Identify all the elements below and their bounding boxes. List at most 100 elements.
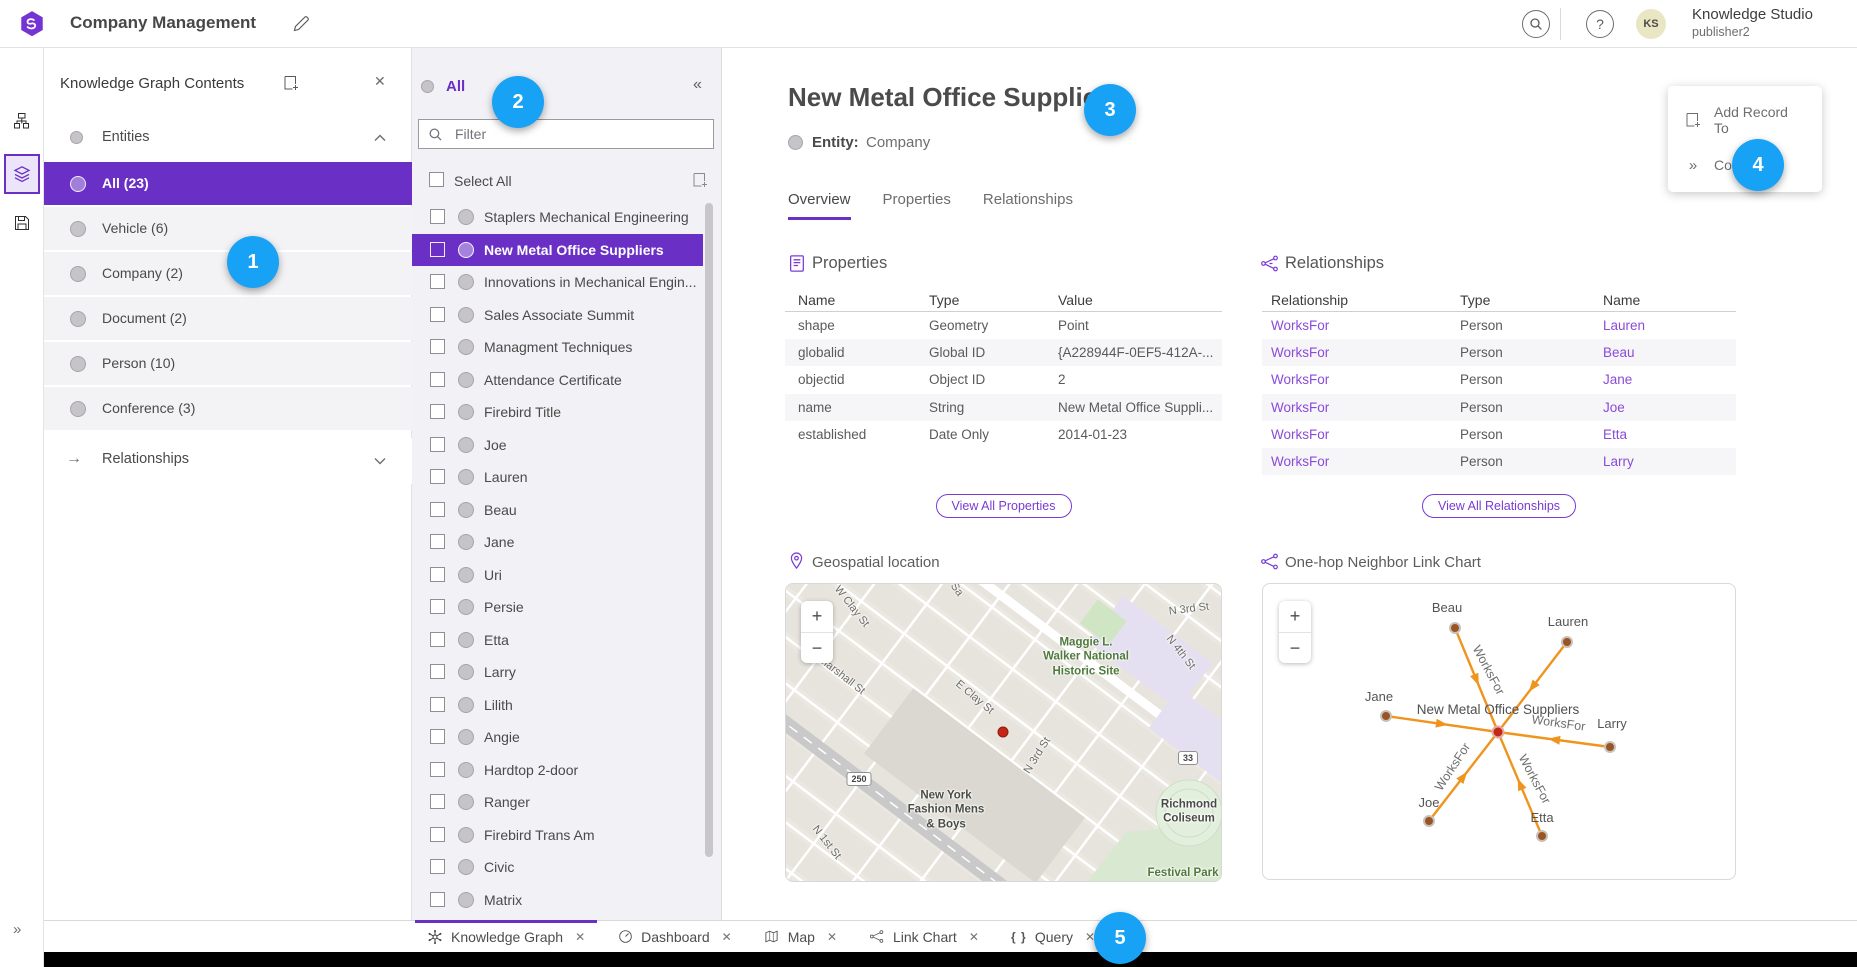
item-checkbox[interactable] bbox=[430, 697, 445, 712]
search-button[interactable] bbox=[1522, 10, 1550, 38]
add-record-icon[interactable] bbox=[691, 171, 709, 189]
close-panel-icon[interactable]: ✕ bbox=[374, 73, 386, 90]
record-tab-relationships[interactable]: Relationships bbox=[983, 191, 1073, 220]
entity-type-row[interactable]: Conference (3) bbox=[44, 387, 412, 430]
schema-icon[interactable] bbox=[13, 112, 31, 130]
table-cell[interactable]: WorksFor bbox=[1262, 372, 1451, 387]
table-row[interactable]: establishedDate Only2014-01-23 bbox=[785, 421, 1222, 448]
entity-list-item[interactable]: Angie bbox=[412, 721, 703, 754]
entity-list-item[interactable]: Attendance Certificate bbox=[412, 364, 703, 397]
view-all-relationships-button[interactable]: View All Relationships bbox=[1422, 494, 1576, 518]
entity-list-item[interactable]: Civic bbox=[412, 851, 703, 884]
edit-title-icon[interactable] bbox=[292, 15, 310, 33]
table-row[interactable]: globalidGlobal ID{A228944F-0EF5-412A-... bbox=[785, 339, 1222, 366]
item-checkbox[interactable] bbox=[430, 469, 445, 484]
table-row[interactable]: WorksForPersonEtta bbox=[1262, 421, 1736, 448]
record-tab-overview[interactable]: Overview bbox=[788, 191, 851, 220]
zoom-out-button[interactable]: − bbox=[1279, 632, 1311, 663]
table-row[interactable]: shapeGeometryPoint bbox=[785, 312, 1222, 339]
table-row[interactable]: objectidObject ID2 bbox=[785, 366, 1222, 393]
table-cell[interactable]: WorksFor bbox=[1262, 345, 1451, 360]
entity-list-item[interactable]: Staplers Mechanical Engineering bbox=[412, 201, 703, 234]
item-checkbox[interactable] bbox=[430, 567, 445, 582]
item-checkbox[interactable] bbox=[430, 242, 445, 257]
bottom-tab-query[interactable]: { }Query✕ bbox=[999, 921, 1107, 952]
table-cell[interactable]: Larry bbox=[1594, 454, 1736, 469]
entity-list-item[interactable]: Sales Associate Summit bbox=[412, 299, 703, 332]
close-tab-icon[interactable]: ✕ bbox=[969, 930, 979, 944]
relationships-group-header[interactable]: → Relationships bbox=[44, 438, 412, 484]
layers-tool-selected[interactable] bbox=[4, 154, 40, 194]
table-row[interactable]: WorksForPersonBeau bbox=[1262, 339, 1736, 366]
menu-item-add-record-to[interactable]: Add Record To bbox=[1668, 94, 1822, 146]
entity-list-item[interactable]: Etta bbox=[412, 624, 703, 657]
entity-type-row[interactable]: Vehicle (6) bbox=[44, 207, 412, 250]
table-cell[interactable]: Joe bbox=[1594, 400, 1736, 415]
item-checkbox[interactable] bbox=[430, 664, 445, 679]
table-row[interactable]: WorksForPersonJane bbox=[1262, 366, 1736, 393]
entity-list-item[interactable]: Matrix bbox=[412, 884, 703, 917]
item-checkbox[interactable] bbox=[430, 729, 445, 744]
chevron-down-icon[interactable] bbox=[374, 457, 386, 465]
bottom-tab-knowledge-graph[interactable]: Knowledge Graph✕ bbox=[415, 921, 597, 952]
item-checkbox[interactable] bbox=[430, 372, 445, 387]
table-row[interactable]: nameStringNew Metal Office Suppli... bbox=[785, 394, 1222, 421]
table-cell[interactable]: Beau bbox=[1594, 345, 1736, 360]
view-all-properties-button[interactable]: View All Properties bbox=[936, 494, 1072, 518]
item-checkbox[interactable] bbox=[430, 502, 445, 517]
entity-list-item[interactable]: Jane bbox=[412, 526, 703, 559]
item-checkbox[interactable] bbox=[430, 404, 445, 419]
bottom-tab-map[interactable]: Map✕ bbox=[752, 921, 849, 952]
select-all-checkbox[interactable] bbox=[429, 172, 444, 187]
filter-input[interactable] bbox=[419, 120, 713, 148]
item-checkbox[interactable] bbox=[430, 534, 445, 549]
item-checkbox[interactable] bbox=[430, 209, 445, 224]
item-checkbox[interactable] bbox=[430, 599, 445, 614]
entity-type-row[interactable]: Person (10) bbox=[44, 342, 412, 385]
save-icon[interactable] bbox=[13, 214, 31, 232]
entity-list-item[interactable]: New Metal Office Suppliers bbox=[412, 234, 703, 267]
chevron-up-icon[interactable] bbox=[374, 134, 386, 142]
entity-list-item[interactable]: Firebird Trans Am bbox=[412, 819, 703, 852]
help-button[interactable]: ? bbox=[1586, 10, 1614, 38]
close-tab-icon[interactable]: ✕ bbox=[722, 930, 732, 944]
item-checkbox[interactable] bbox=[430, 827, 445, 842]
add-record-icon[interactable] bbox=[282, 74, 300, 92]
expand-panel-icon[interactable]: » bbox=[13, 921, 21, 938]
entities-group-header[interactable]: Entities bbox=[44, 116, 412, 160]
table-cell[interactable]: WorksFor bbox=[1262, 454, 1451, 469]
entity-list-item[interactable]: Firebird Title bbox=[412, 396, 703, 429]
item-checkbox[interactable] bbox=[430, 892, 445, 907]
entity-type-row[interactable]: All (23) bbox=[44, 162, 412, 205]
bottom-tab-dashboard[interactable]: Dashboard✕ bbox=[605, 921, 744, 952]
item-checkbox[interactable] bbox=[430, 859, 445, 874]
scrollbar-thumb[interactable] bbox=[705, 203, 713, 857]
entity-list-item[interactable]: Managment Techniques bbox=[412, 331, 703, 364]
collapse-panel-icon[interactable]: « bbox=[693, 76, 702, 94]
user-avatar[interactable]: KS bbox=[1636, 9, 1666, 39]
entity-list-item[interactable]: Hardtop 2-door bbox=[412, 754, 703, 787]
item-checkbox[interactable] bbox=[430, 762, 445, 777]
table-row[interactable]: WorksForPersonJoe bbox=[1262, 394, 1736, 421]
item-checkbox[interactable] bbox=[430, 307, 445, 322]
select-all-row[interactable]: Select All bbox=[412, 168, 722, 194]
table-row[interactable]: WorksForPersonLauren bbox=[1262, 312, 1736, 339]
close-tab-icon[interactable]: ✕ bbox=[575, 930, 585, 944]
entity-list-item[interactable]: Joe bbox=[412, 429, 703, 462]
entity-list-item[interactable]: Larry bbox=[412, 656, 703, 689]
zoom-in-button[interactable]: + bbox=[801, 601, 833, 632]
entity-list-item[interactable]: Innovations in Mechanical Engin... bbox=[412, 266, 703, 299]
table-cell[interactable]: WorksFor bbox=[1262, 427, 1451, 442]
item-checkbox[interactable] bbox=[430, 437, 445, 452]
item-checkbox[interactable] bbox=[430, 274, 445, 289]
item-checkbox[interactable] bbox=[430, 632, 445, 647]
map-view[interactable]: W Clay StSaN 3rd StN 4th StMaggie L.Walk… bbox=[785, 583, 1222, 882]
entity-list-item[interactable]: Uri bbox=[412, 559, 703, 592]
record-tab-properties[interactable]: Properties bbox=[883, 191, 951, 220]
entity-list-item[interactable]: Lilith bbox=[412, 689, 703, 722]
table-row[interactable]: WorksForPersonLarry bbox=[1262, 448, 1736, 475]
entity-list-item[interactable]: Persie bbox=[412, 591, 703, 624]
list-header-label[interactable]: All bbox=[446, 78, 465, 95]
table-cell[interactable]: WorksFor bbox=[1262, 318, 1451, 333]
zoom-out-button[interactable]: − bbox=[801, 632, 833, 663]
